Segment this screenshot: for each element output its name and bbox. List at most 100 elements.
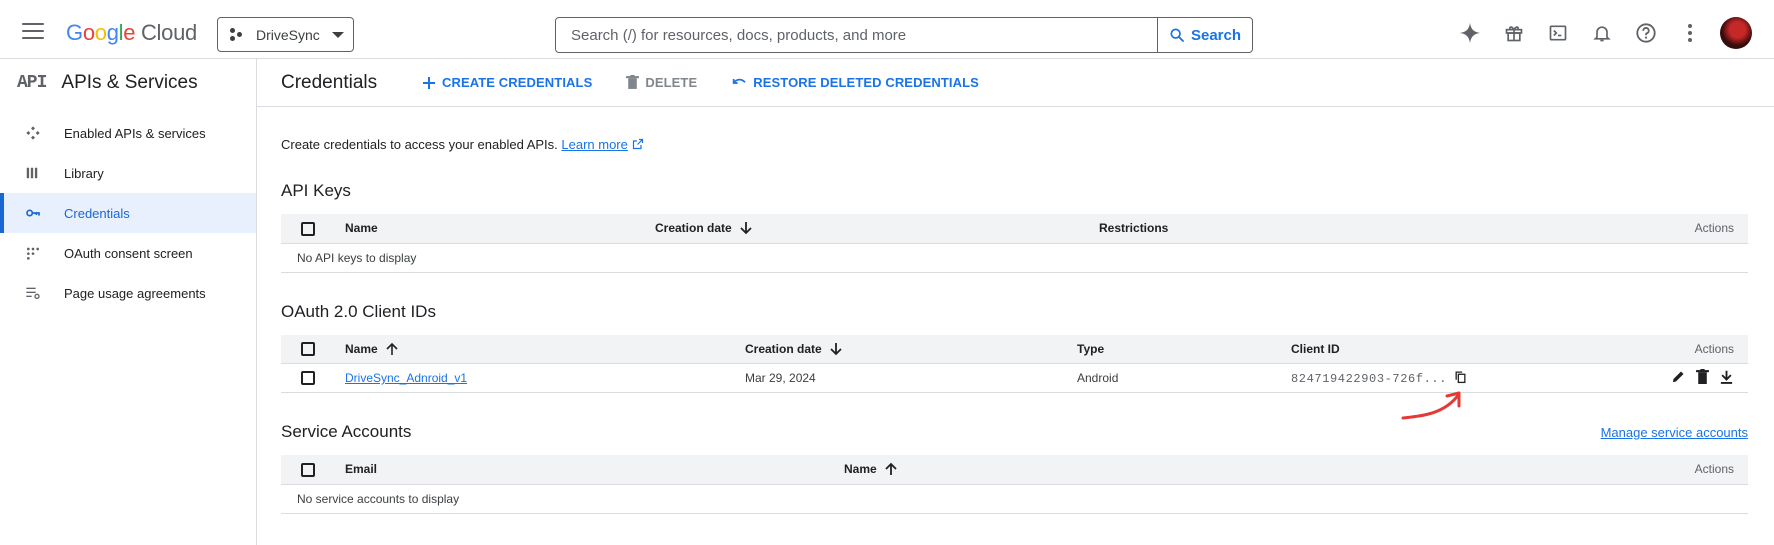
col-email: Email: [345, 455, 844, 485]
sidebar-item-page-usage[interactable]: Page usage agreements: [0, 273, 256, 313]
delete-icon[interactable]: [1696, 369, 1709, 385]
trash-icon: [626, 75, 640, 89]
sidebar-nav: Enabled APIs & services Library Credenti…: [0, 113, 256, 313]
col-creation-date[interactable]: Creation date: [655, 214, 1099, 244]
sidebar-item-credentials[interactable]: Credentials: [0, 193, 256, 233]
table-header-row: Email Name Actions: [281, 455, 1748, 485]
sidebar-title: APIs & Services: [61, 72, 198, 93]
col-creation-date[interactable]: Creation date: [745, 334, 1077, 364]
select-all-checkbox[interactable]: [301, 462, 315, 477]
col-actions: Actions: [1609, 334, 1748, 364]
column-label: Creation date: [745, 341, 822, 356]
col-name[interactable]: Name: [844, 455, 1294, 485]
arrow-down-icon: [740, 222, 752, 235]
table-header-row: Name Creation date Type Client ID Action…: [281, 334, 1748, 364]
page-title: Credentials: [281, 71, 378, 93]
sidebar: API APIs & Services Enabled APIs & servi…: [0, 59, 257, 545]
manage-service-accounts-link[interactable]: Manage service accounts: [1601, 425, 1748, 440]
gemini-sparkle-icon[interactable]: [1448, 11, 1492, 55]
undo-icon: [733, 78, 746, 84]
download-icon[interactable]: [1719, 369, 1734, 385]
learn-more-link[interactable]: Learn more: [561, 137, 627, 152]
select-all-checkbox[interactable]: [301, 221, 315, 236]
logo-letter: o: [94, 20, 107, 45]
action-bar: Credentials CREATE CREDENTIALS DELETE RE…: [257, 59, 1774, 107]
col-name[interactable]: Name: [345, 334, 745, 364]
api-keys-table: Name Creation date Restrictions Actions …: [281, 214, 1748, 273]
chevron-down-icon: [331, 31, 344, 38]
arrow-down-icon: [830, 342, 842, 356]
api-keys-heading: API Keys: [281, 181, 351, 200]
col-client-id: Client ID: [1291, 334, 1610, 364]
edit-icon[interactable]: [1671, 369, 1686, 384]
menu-icon[interactable]: [22, 23, 44, 43]
col-restrictions: Restrictions: [1099, 214, 1466, 244]
row-actions: [1671, 369, 1734, 385]
restore-deleted-credentials-button[interactable]: RESTORE DELETED CREDENTIALS: [731, 75, 979, 90]
key-icon: [0, 205, 64, 221]
select-all-cell: [281, 455, 345, 485]
sidebar-item-oauth-consent[interactable]: OAuth consent screen: [0, 233, 256, 273]
library-icon: [0, 166, 64, 180]
column-label: Name: [844, 462, 877, 477]
help-icon[interactable]: [1624, 11, 1668, 55]
external-link-icon: [632, 138, 643, 150]
column-label: Email: [345, 462, 378, 477]
sidebar-header: API APIs & Services: [0, 59, 256, 107]
top-bar: Google Cloud DriveSync Search: [0, 6, 1774, 59]
create-credentials-button[interactable]: CREATE CREDENTIALS: [422, 75, 592, 90]
select-all-checkbox[interactable]: [301, 342, 315, 357]
page: Google Cloud DriveSync Search A: [0, 0, 1774, 545]
select-all-cell: [281, 214, 345, 244]
project-picker[interactable]: DriveSync: [217, 17, 354, 52]
avatar[interactable]: [1720, 16, 1752, 49]
table-row: No service accounts to display: [281, 484, 1748, 514]
more-vert-icon[interactable]: [1668, 11, 1712, 55]
client-type-cell: Android: [1077, 363, 1291, 393]
table-row: DriveSync_Adnroid_v1 Mar 29, 2024 Androi…: [281, 363, 1748, 393]
service-accounts-title: Service Accounts Manage service accounts: [281, 421, 1748, 443]
delete-label: DELETE: [645, 75, 698, 90]
api-keys-title: API Keys: [281, 180, 1748, 202]
search-button[interactable]: Search: [1157, 18, 1252, 52]
column-label: Type: [1077, 341, 1105, 356]
google-cloud-logo[interactable]: Google Cloud: [66, 20, 197, 46]
sidebar-item-enabled-apis[interactable]: Enabled APIs & services: [0, 113, 256, 153]
logo-letter: g: [106, 20, 119, 45]
service-accounts-heading: Service Accounts: [281, 422, 412, 441]
col-type: Type: [1077, 334, 1291, 364]
col-name[interactable]: Name: [345, 214, 655, 244]
intro-text: Create credentials to access your enable…: [281, 137, 1748, 152]
arrow-up-icon: [885, 462, 897, 476]
row-actions-cell: [1609, 363, 1748, 393]
search-input[interactable]: [556, 18, 1157, 52]
gift-icon[interactable]: [1492, 11, 1536, 55]
row-select-cell: [281, 363, 345, 393]
sidebar-item-label: Enabled APIs & services: [64, 125, 206, 141]
row-checkbox[interactable]: [301, 371, 315, 386]
client-name-cell: DriveSync_Adnroid_v1: [345, 363, 745, 393]
service-accounts-table: Email Name Actions No service accounts t…: [281, 455, 1748, 514]
settings-list-icon: [0, 285, 64, 301]
create-credentials-label: CREATE CREDENTIALS: [442, 75, 593, 90]
project-name: DriveSync: [256, 26, 320, 43]
annotation-arrow: [1401, 391, 1461, 420]
column-label: Actions: [1694, 341, 1734, 356]
logo-letter: o: [82, 20, 95, 45]
client-name-link[interactable]: DriveSync_Adnroid_v1: [345, 371, 467, 385]
sidebar-item-label: OAuth consent screen: [64, 245, 193, 261]
logo-cloud-text: Cloud: [140, 20, 197, 45]
logo-letter: G: [66, 20, 83, 45]
select-all-cell: [281, 334, 345, 364]
bell-icon[interactable]: [1580, 11, 1624, 55]
cloud-shell-icon[interactable]: [1536, 11, 1580, 55]
delete-button[interactable]: DELETE: [626, 75, 697, 90]
empty-message: No service accounts to display: [281, 484, 1748, 514]
project-icon: [230, 27, 246, 42]
restore-label: RESTORE DELETED CREDENTIALS: [753, 75, 979, 90]
col-actions: Actions: [1465, 214, 1748, 244]
search-button-label: Search: [1190, 26, 1242, 44]
top-icons: [1448, 6, 1774, 59]
oauth-heading: OAuth 2.0 Client IDs: [281, 301, 436, 321]
sidebar-item-library[interactable]: Library: [0, 153, 256, 193]
